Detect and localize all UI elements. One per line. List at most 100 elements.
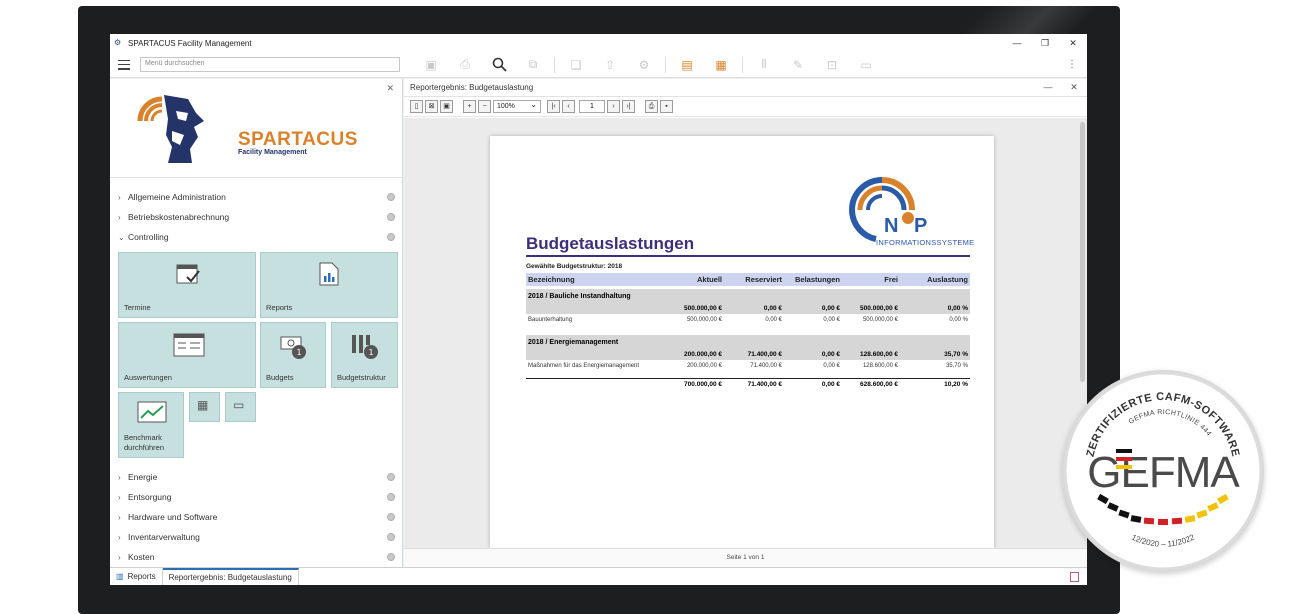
tile-termine[interactable]: Termine	[118, 252, 256, 318]
minimize-button[interactable]: —	[1003, 38, 1031, 49]
nav-item-label: Betriebskostenabrechnung	[128, 212, 230, 222]
new-page-icon[interactable]: ▯	[410, 100, 423, 113]
table-cell: 35,70 %	[944, 351, 968, 358]
filter-icon[interactable]: ⧉	[522, 57, 544, 73]
status-dot-icon	[387, 533, 395, 541]
tile-label: Budgetstruktur	[337, 373, 386, 382]
table-cell: 500.000,00 €	[686, 316, 722, 323]
flag-stripe-black	[1116, 449, 1132, 453]
main-toolbar: Menü durchsuchen ▣ ⎙ ⧉ ❏ ⇧ ⚙ ▤ ▦ ⫴ ✎ ⊡ ▭…	[110, 52, 1087, 78]
nav-item-label: Kosten	[128, 552, 155, 562]
tile-small-export[interactable]: ▭	[225, 392, 256, 422]
status-dot-icon	[387, 553, 395, 561]
chevron-right-icon: ›	[118, 552, 121, 562]
nav-item-entsorgung[interactable]: › Entsorgung	[110, 487, 402, 507]
print-icon[interactable]: ⎙	[645, 100, 658, 113]
close-button[interactable]: ✕	[1059, 38, 1087, 49]
column-header: Aktuell	[696, 275, 722, 284]
budget-structure-icon: 1	[350, 333, 380, 366]
column-header: Frei	[884, 275, 898, 284]
flag-stripe-gold	[1116, 465, 1132, 469]
chevron-right-icon: ›	[118, 512, 121, 522]
chevron-down-icon: ⌄	[118, 232, 125, 242]
table-cell: 0,00 €	[765, 316, 782, 323]
more-options-icon[interactable]: ⋮	[1067, 59, 1077, 70]
table-icon[interactable]: ▤	[676, 57, 698, 73]
save-icon[interactable]: ▪	[660, 100, 673, 113]
fit-page-icon[interactable]: ▣	[440, 100, 453, 113]
nav-item-kosten[interactable]: › Kosten	[110, 547, 402, 567]
status-dot-icon	[387, 473, 395, 481]
nav-item-hardware-software[interactable]: › Hardware und Software	[110, 507, 402, 527]
report-page: N P INFORMATIONSSYSTEME Budgetauslastung…	[490, 136, 994, 548]
spartacus-logo: SPARTACUS Facility Management	[132, 91, 372, 171]
flag-stripe-red	[1116, 457, 1132, 461]
prev-page-icon[interactable]: ‹	[562, 100, 575, 113]
tile-benchmark[interactable]: Benchmark durchführen	[118, 392, 184, 458]
nav-item-betriebskostenabrechnung[interactable]: › Betriebskostenabrechnung	[110, 207, 402, 227]
vertical-scrollbar[interactable]	[1080, 122, 1085, 382]
svg-text:P: P	[914, 215, 927, 237]
window-titlebar: ⚙ SPARTACUS Facility Management — ❐ ✕	[110, 34, 1087, 52]
nav-item-label: Inventarverwaltung	[128, 532, 200, 542]
settings-icon[interactable]: ⚙	[633, 57, 655, 73]
page-number-input[interactable]: 1	[579, 100, 605, 113]
tab-reports[interactable]: ▥ Reports	[110, 567, 163, 585]
print-icon[interactable]: ⎙	[454, 57, 476, 73]
title-rule	[526, 255, 970, 257]
unpin-icon[interactable]: ✕	[386, 83, 394, 94]
report-chart-icon: ▥	[116, 572, 124, 581]
export-icon[interactable]: ⊡	[821, 57, 843, 73]
tools-icon[interactable]: ✎	[787, 57, 809, 73]
next-page-icon[interactable]: ›	[607, 100, 620, 113]
panel-minimize-button[interactable]: —	[1035, 82, 1061, 93]
nav-item-energie[interactable]: › Energie	[110, 467, 402, 487]
total-row: 700.000,00 € 71.400,00 € 0,00 € 628.600,…	[526, 378, 970, 390]
first-page-icon[interactable]: |‹	[547, 100, 560, 113]
group-sum-row: 200.000,00 € 71.400,00 € 0,00 € 128.600,…	[526, 349, 970, 360]
table-cell: Bauunterhaltung	[528, 316, 573, 323]
status-dot-icon	[387, 493, 395, 501]
table-cell: 0,00 €	[821, 305, 840, 312]
nav-item-allgemeine-administration[interactable]: › Allgemeine Administration	[110, 187, 402, 207]
restore-button[interactable]: ❐	[1031, 38, 1059, 49]
layout-icon[interactable]: ▦	[710, 57, 732, 73]
menu-search-input[interactable]: Menü durchsuchen	[140, 57, 400, 72]
table-cell: 200.000,00 €	[686, 362, 722, 369]
table-cell: 628.600,00 €	[860, 381, 898, 388]
tile-reports[interactable]: Reports	[260, 252, 398, 318]
toolbar-separator	[742, 56, 743, 73]
tile-budgetstruktur[interactable]: 1 Budgetstruktur	[331, 322, 398, 388]
toolbar-separator	[554, 56, 555, 73]
save-icon[interactable]: ▣	[420, 57, 442, 73]
window-title: SPARTACUS Facility Management	[128, 38, 252, 48]
search-icon[interactable]	[488, 57, 510, 73]
zoom-select[interactable]: 100%	[493, 99, 541, 113]
window-icon[interactable]: ▭	[855, 57, 877, 73]
zoom-in-icon[interactable]: +	[463, 100, 476, 113]
export-chart-icon: ▭	[233, 398, 245, 412]
upload-icon[interactable]: ⇧	[599, 57, 621, 73]
fit-width-icon[interactable]: ⊠	[425, 100, 438, 113]
nav-item-controlling[interactable]: ⌄ Controlling	[110, 227, 402, 247]
hamburger-menu-icon[interactable]	[118, 59, 130, 70]
table-cell: 71.400,00 €	[747, 351, 782, 358]
tab-reportergebnis[interactable]: Reportergebnis: Budgetauslastung	[162, 567, 299, 585]
copy-icon[interactable]: ❏	[565, 57, 587, 73]
columns-icon[interactable]: ⫴	[753, 57, 775, 73]
page-indicator: Seite 1 von 1	[404, 548, 1087, 567]
table-cell: 0,00 €	[821, 381, 840, 388]
tile-small-calendar[interactable]: ▦	[189, 392, 220, 422]
panel-close-button[interactable]: ✕	[1061, 82, 1087, 93]
tile-budgets[interactable]: 1 Budgets	[260, 322, 326, 388]
tile-label: Termine	[124, 303, 151, 312]
table-cell: 71.400,00 €	[750, 362, 782, 369]
tile-auswertungen[interactable]: Auswertungen	[118, 322, 256, 388]
zoom-out-icon[interactable]: −	[478, 100, 491, 113]
status-bar: ▥ Reports Reportergebnis: Budgetauslastu…	[110, 567, 1087, 585]
table-cell: 0,00 €	[821, 351, 840, 358]
nav-item-inventarverwaltung[interactable]: › Inventarverwaltung	[110, 527, 402, 547]
last-page-icon[interactable]: ›|	[622, 100, 635, 113]
panel-toggle-icon[interactable]	[1070, 571, 1079, 582]
chevron-right-icon: ›	[118, 532, 121, 542]
